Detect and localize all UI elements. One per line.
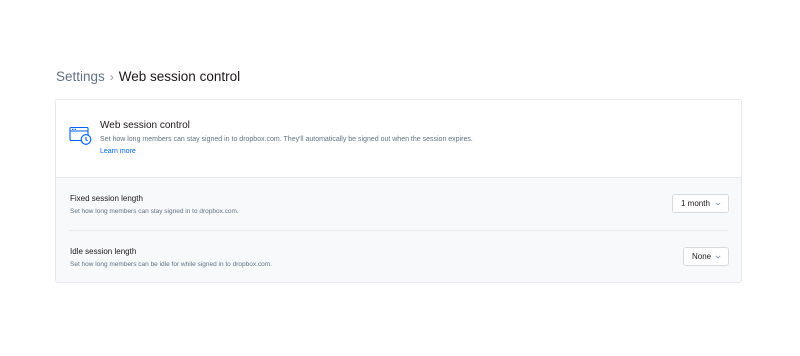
select-value: None [692,252,712,261]
breadcrumb-separator: › [109,70,114,84]
breadcrumb-settings-link[interactable]: Settings [56,69,105,84]
feature-title: Web session control [100,120,190,131]
setting-row-fixed-session: Fixed session length Set how long member… [56,178,741,231]
browser-clock-icon [69,126,92,145]
feature-header: Web session control Set how long members… [56,100,741,178]
feature-description: Set how long members can stay signed in … [100,136,473,143]
select-value: 1 month [681,199,710,208]
idle-session-length-select[interactable]: None [683,247,729,266]
setting-row-idle-session: Idle session length Set how long members… [56,231,741,282]
setting-title: Fixed session length [70,194,143,203]
learn-more-link[interactable]: Learn more [100,148,136,155]
chevron-down-icon [715,201,721,206]
page: Settings › Web session control Web session… [0,0,800,356]
breadcrumb: Settings › Web session control [56,68,240,86]
settings-card: Web session control Set how long members… [55,99,742,283]
setting-description: Set how long members can be idle for whi… [70,261,272,268]
chevron-down-icon [715,254,721,259]
setting-title: Idle session length [70,247,137,256]
fixed-session-length-select[interactable]: 1 month [672,194,729,213]
page-title: Web session control [118,69,241,84]
setting-description: Set how long members can stay signed in … [70,208,239,215]
